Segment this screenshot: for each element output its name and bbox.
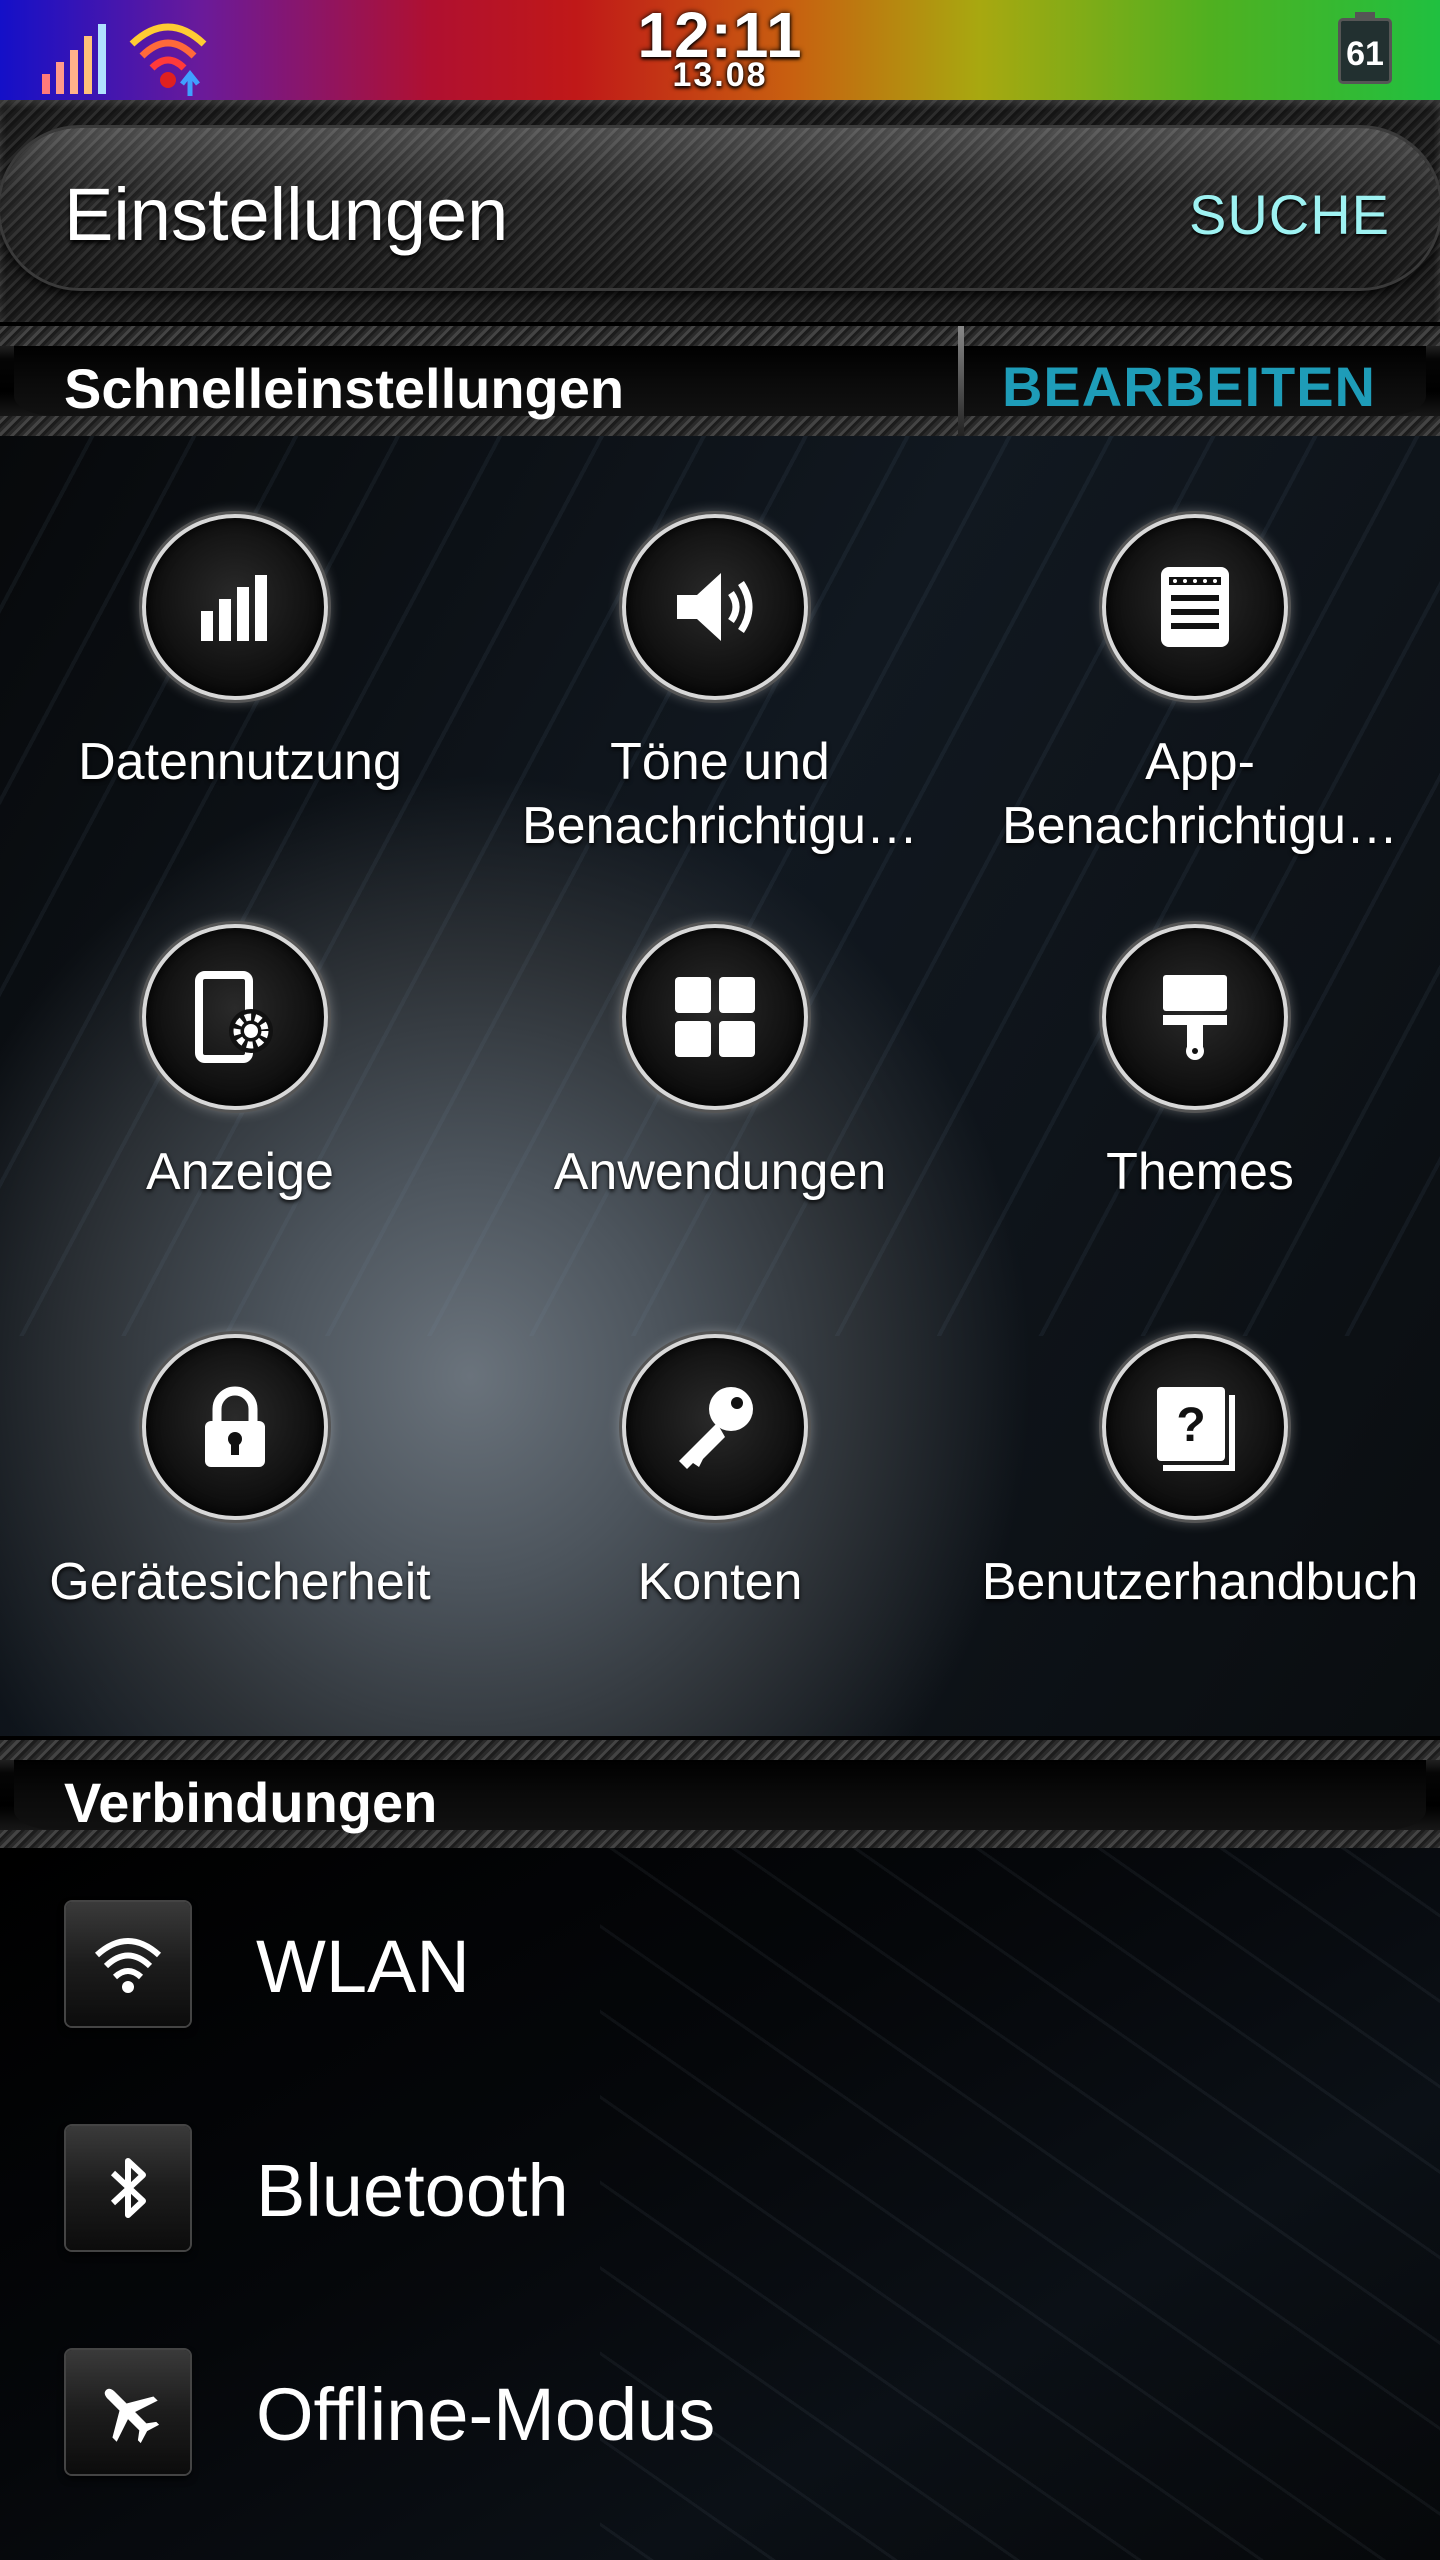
list-item-offline-mode[interactable]: Offline-Modus <box>0 2296 1440 2496</box>
list-item-bluetooth[interactable]: Bluetooth <box>0 2072 1440 2272</box>
tile-label: Anzeige <box>146 1143 334 1201</box>
connections-title: Verbindungen <box>64 1771 438 1834</box>
list-item-label: WLAN <box>256 1925 470 2008</box>
list-item-wlan[interactable]: WLAN <box>0 1848 1440 2048</box>
wifi-icon <box>94 1938 162 1993</box>
connections-header: Verbindungen <box>0 1740 1440 1850</box>
tile-display[interactable]: Anzeige <box>0 846 480 1256</box>
airplane-icon <box>104 2388 160 2444</box>
notifications-icon <box>1161 567 1229 647</box>
manual-icon: ? <box>1157 1387 1235 1471</box>
header-divider <box>958 326 964 436</box>
connections-list: WLAN Bluetooth Offline-Modus <box>0 1848 1440 2560</box>
app-bar: Einstellungen SUCHE <box>0 100 1440 322</box>
search-button[interactable]: SUCHE <box>1189 182 1390 247</box>
paint-brush-icon <box>1163 975 1227 1060</box>
speaker-icon <box>677 573 753 641</box>
tile-accounts[interactable]: Konten <box>480 1256 960 1666</box>
svg-text:?: ? <box>1176 1399 1205 1452</box>
clock-date: 13.08 <box>672 56 768 94</box>
tile-label: Datennutzung <box>78 733 402 791</box>
quick-settings-title: Schnelleinstellungen <box>64 357 625 420</box>
tile-applications[interactable]: Anwendungen <box>480 846 960 1256</box>
battery-level: 61 <box>1346 35 1384 73</box>
tile-label: Konten <box>637 1553 803 1611</box>
status-bar: 12:11 13.08 61 <box>0 0 1440 100</box>
lock-icon <box>205 1386 265 1467</box>
tile-device-security[interactable]: Gerätesicherheit <box>0 1256 480 1666</box>
tile-user-manual[interactable]: ? Benutzerhandbuch <box>960 1256 1440 1666</box>
tile-label: Anwendungen <box>553 1143 887 1201</box>
display-icon <box>195 971 273 1063</box>
key-icon <box>679 1387 753 1469</box>
list-item-label: Bluetooth <box>256 2149 569 2232</box>
quick-settings-grid: Datennutzung Töne und Benachrichtigu… Ap… <box>0 436 1440 1736</box>
tile-label: Gerätesicherheit <box>49 1553 431 1611</box>
quick-settings-header: Schnelleinstellungen BEARBEITEN <box>0 326 1440 436</box>
tile-label: Benutzerhandbuch <box>981 1553 1419 1611</box>
apps-icon <box>675 977 755 1057</box>
list-item-label: Offline-Modus <box>256 2373 716 2456</box>
tile-label: App-Benachrichtigu… <box>1002 733 1398 855</box>
tile-data-usage[interactable]: Datennutzung <box>0 436 480 846</box>
tile-label: Töne und Benachrichtigu… <box>522 733 918 855</box>
tile-label: Themes <box>1106 1143 1294 1201</box>
edit-button[interactable]: BEARBEITEN <box>1002 354 1376 419</box>
tile-app-notifications[interactable]: App-Benachrichtigu… <box>960 436 1440 855</box>
data-usage-icon <box>201 575 267 641</box>
battery-icon: 61 <box>1338 12 1392 84</box>
bluetooth-icon <box>110 2158 146 2218</box>
tile-sounds[interactable]: Töne und Benachrichtigu… <box>480 436 960 855</box>
page-title: Einstellungen <box>64 173 509 256</box>
tile-themes[interactable]: Themes <box>960 846 1440 1256</box>
